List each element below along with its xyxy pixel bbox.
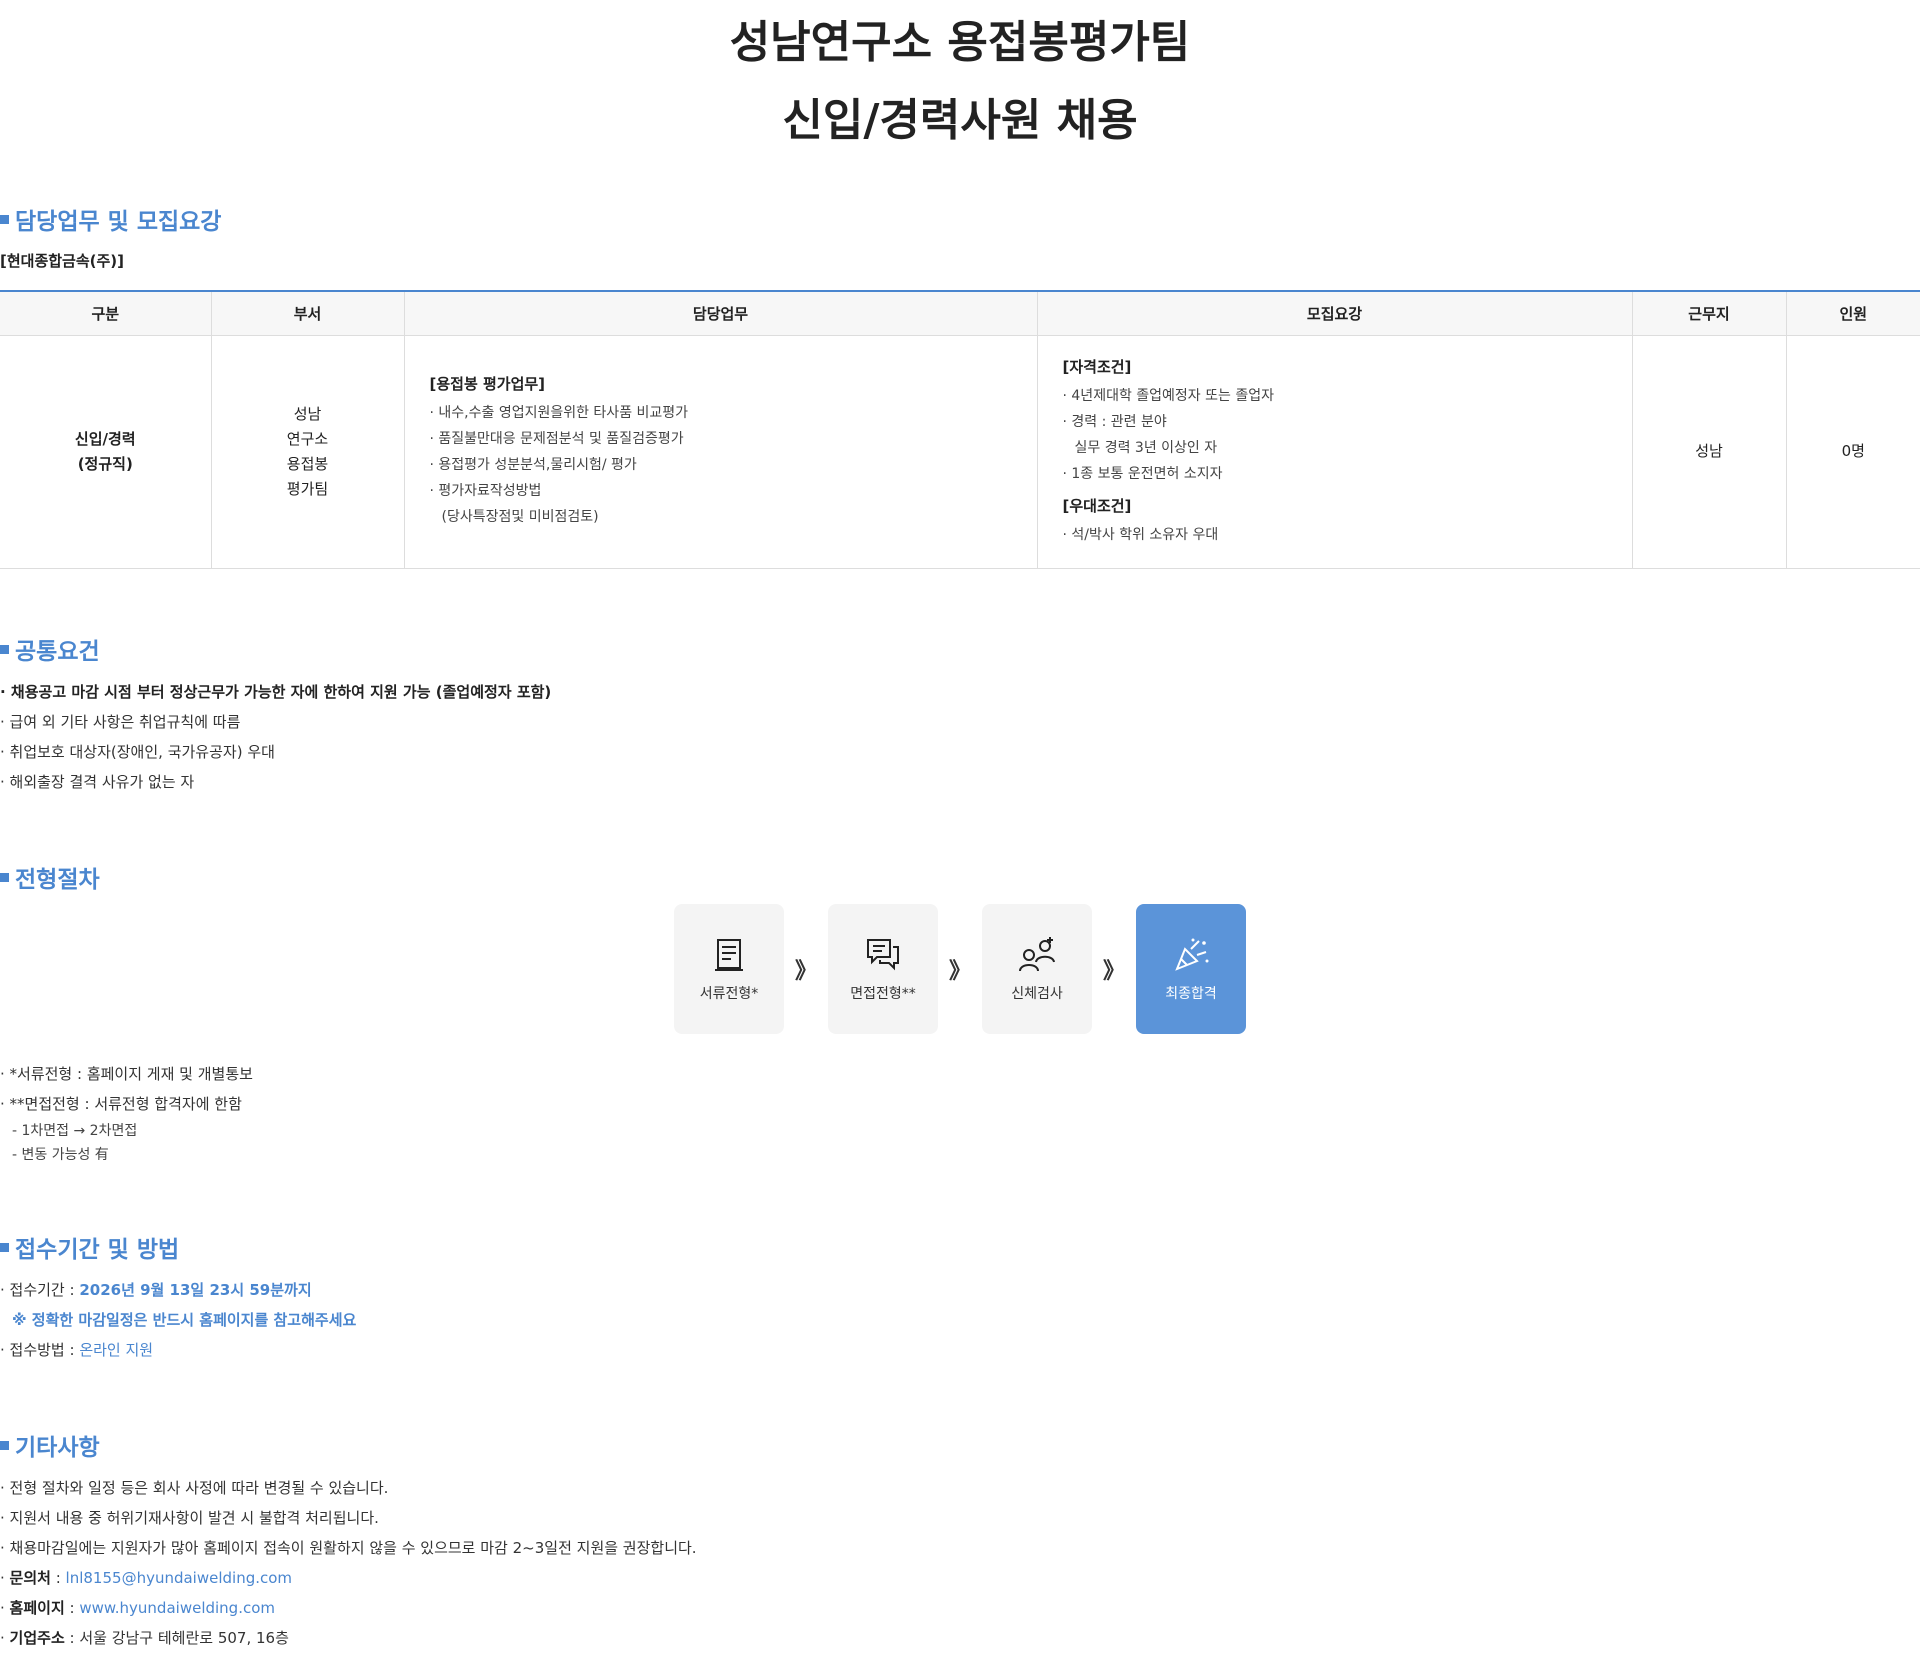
list-item: · 용접평가 성분분석,물리시험/ 평가 [429,457,637,473]
process-notes: · *서류전형 : 홈페이지 게재 및 개별통보 · **면접전형 : 서류전형… [0,1059,253,1167]
party-popper-icon [1175,938,1209,971]
chevron-right-icon: 》 [1102,959,1125,984]
job-table: 구분 부서 담당업무 모집요강 근무지 인원 신입/경력 (정규직) 성남 연구… [0,290,1920,569]
table-row: 신입/경력 (정규직) 성남 연구소 용접봉 평가팀 [용접봉 평가업무] · … [0,335,1920,569]
contact-email-link[interactable]: lnl8155@hyundaiwelding.com [66,1569,292,1587]
square-bullet-icon [0,1440,9,1450]
cell-requirements: [자격조건] · 4년제대학 졸업예정자 또는 졸업자 · 경력 : 관련 분야… [1036,335,1632,569]
misc-list: · 전형 절차와 일정 등은 회사 사정에 따라 변경될 수 있습니다. · 지… [0,1473,697,1653]
list-item: · 기업주소 : 서울 강남구 테헤란로 507, 16층 [0,1629,289,1647]
apply-method-link[interactable]: 온라인 지원 [79,1341,153,1359]
list-item: · 홈페이지 : www.hyundaiwelding.com [0,1599,276,1617]
list-item: 실무 경력 3년 이상인 자 [1074,439,1218,456]
step-document: 서류전형* [674,904,784,1034]
cell-department: 성남 연구소 용접봉 평가팀 [210,335,404,569]
table-header-row: 구분 부서 담당업무 모집요강 근무지 인원 [0,290,1920,336]
list-item: · 접수기간 : 2026년 9월 13일 23시 59분까지 [0,1281,312,1299]
list-item: · *서류전형 : 홈페이지 게재 및 개별통보 [0,1065,253,1083]
list-item: · 지원서 내용 중 허위기재사항이 발견 시 불합격 처리됩니다. [0,1509,379,1527]
section-heading-process: 전형절차 [0,860,100,894]
column-header: 모집요강 [1036,290,1632,336]
column-header: 인원 [1785,290,1920,336]
deadline-text: 2026년 9월 13일 23시 59분까지 [79,1281,312,1299]
chat-bubbles-icon [867,939,899,971]
list-item: · 취업보호 대상자(장애인, 국가유공자) 우대 [0,743,275,761]
medical-check-icon [1019,937,1055,972]
square-bullet-icon [0,872,9,882]
cell-category: 신입/경력 (정규직) [0,335,211,569]
list-item: · 급여 외 기타 사항은 취업규칙에 따름 [0,713,241,731]
list-item: · 문의처 : lnl8155@hyundaiwelding.com [0,1569,293,1587]
page-title-line1: 성남연구소 용접봉평가팀 [729,17,1191,68]
section-heading-misc: 기타사항 [0,1428,100,1462]
page-title-line2: 신입/경력사원 채용 [782,95,1138,146]
homepage-link[interactable]: www.hyundaiwelding.com [79,1599,275,1617]
list-item: · 채용공고 마감 시점 부터 정상근무가 가능한 자에 한하여 지원 가능 (… [0,683,552,701]
section-heading-common: 공통요건 [0,632,100,666]
list-item: · 석/박사 학위 소유자 우대 [1062,526,1219,543]
apply-list: · 접수기간 : 2026년 9월 13일 23시 59분까지 ※ 정확한 마감… [0,1275,356,1365]
column-header: 근무지 [1631,290,1786,336]
list-item: · 경력 : 관련 분야 [1062,413,1167,430]
cell-headcount: 0명 [1785,335,1920,569]
company-name: [현대종합금속(주)] [0,252,125,270]
section-heading-apply: 접수기간 및 방법 [0,1230,179,1264]
list-item: · 전형 절차와 일정 등은 회사 사정에 따라 변경될 수 있습니다. [0,1479,389,1497]
list-item: - 변동 가능성 有 [12,1147,109,1163]
list-item: · 4년제대학 졸업예정자 또는 졸업자 [1062,387,1274,404]
chevron-right-icon: 》 [794,959,817,984]
common-list: · 채용공고 마감 시점 부터 정상근무가 가능한 자에 한하여 지원 가능 (… [0,677,551,797]
list-item: (당사특장점및 미비점검토) [441,509,599,525]
process-steps: 서류전형* 》 면접전형** 》 신체검사 》 최종합격 [674,904,1246,1034]
address-text: 서울 강남구 테헤란로 507, 16층 [79,1629,289,1647]
cell-location: 성남 [1631,335,1786,569]
chevron-right-icon: 》 [948,959,971,984]
list-item: · 1종 보통 운전면허 소지자 [1062,465,1223,482]
step-final: 최종합격 [1136,904,1246,1034]
list-item: · 채용마감일에는 지원자가 많아 홈페이지 접속이 원활하지 않을 수 있으므… [0,1539,697,1557]
cell-duties: [용접봉 평가업무] · 내수,수출 영업지원을위한 타사품 비교평가 · 품질… [403,335,1037,569]
square-bullet-icon [0,1242,9,1252]
list-item: · 해외출장 결격 사유가 없는 자 [0,773,195,791]
column-header: 부서 [210,290,404,336]
list-item: · **면접전형 : 서류전형 합격자에 한함 [0,1095,242,1113]
list-item: · 접수방법 : 온라인 지원 [0,1341,154,1359]
column-header: 담당업무 [403,290,1037,336]
deadline-note: ※ 정확한 마감일정은 반드시 홈페이지를 참고해주세요 [12,1311,357,1329]
list-item: · 품질불만대응 문제점분석 및 품질검증평가 [429,431,684,447]
section-heading-duties: 담당업무 및 모집요강 [0,202,221,236]
document-icon [715,939,743,971]
list-item: · 내수,수출 영업지원을위한 타사품 비교평가 [429,405,689,421]
square-bullet-icon [0,644,9,654]
step-interview: 면접전형** [828,904,938,1034]
list-item: - 1차면접 → 2차면접 [12,1123,138,1139]
square-bullet-icon [0,214,9,224]
column-header: 구분 [0,290,211,336]
step-medical: 신체검사 [982,904,1092,1034]
list-item: · 평가자료작성방법 [429,483,542,499]
